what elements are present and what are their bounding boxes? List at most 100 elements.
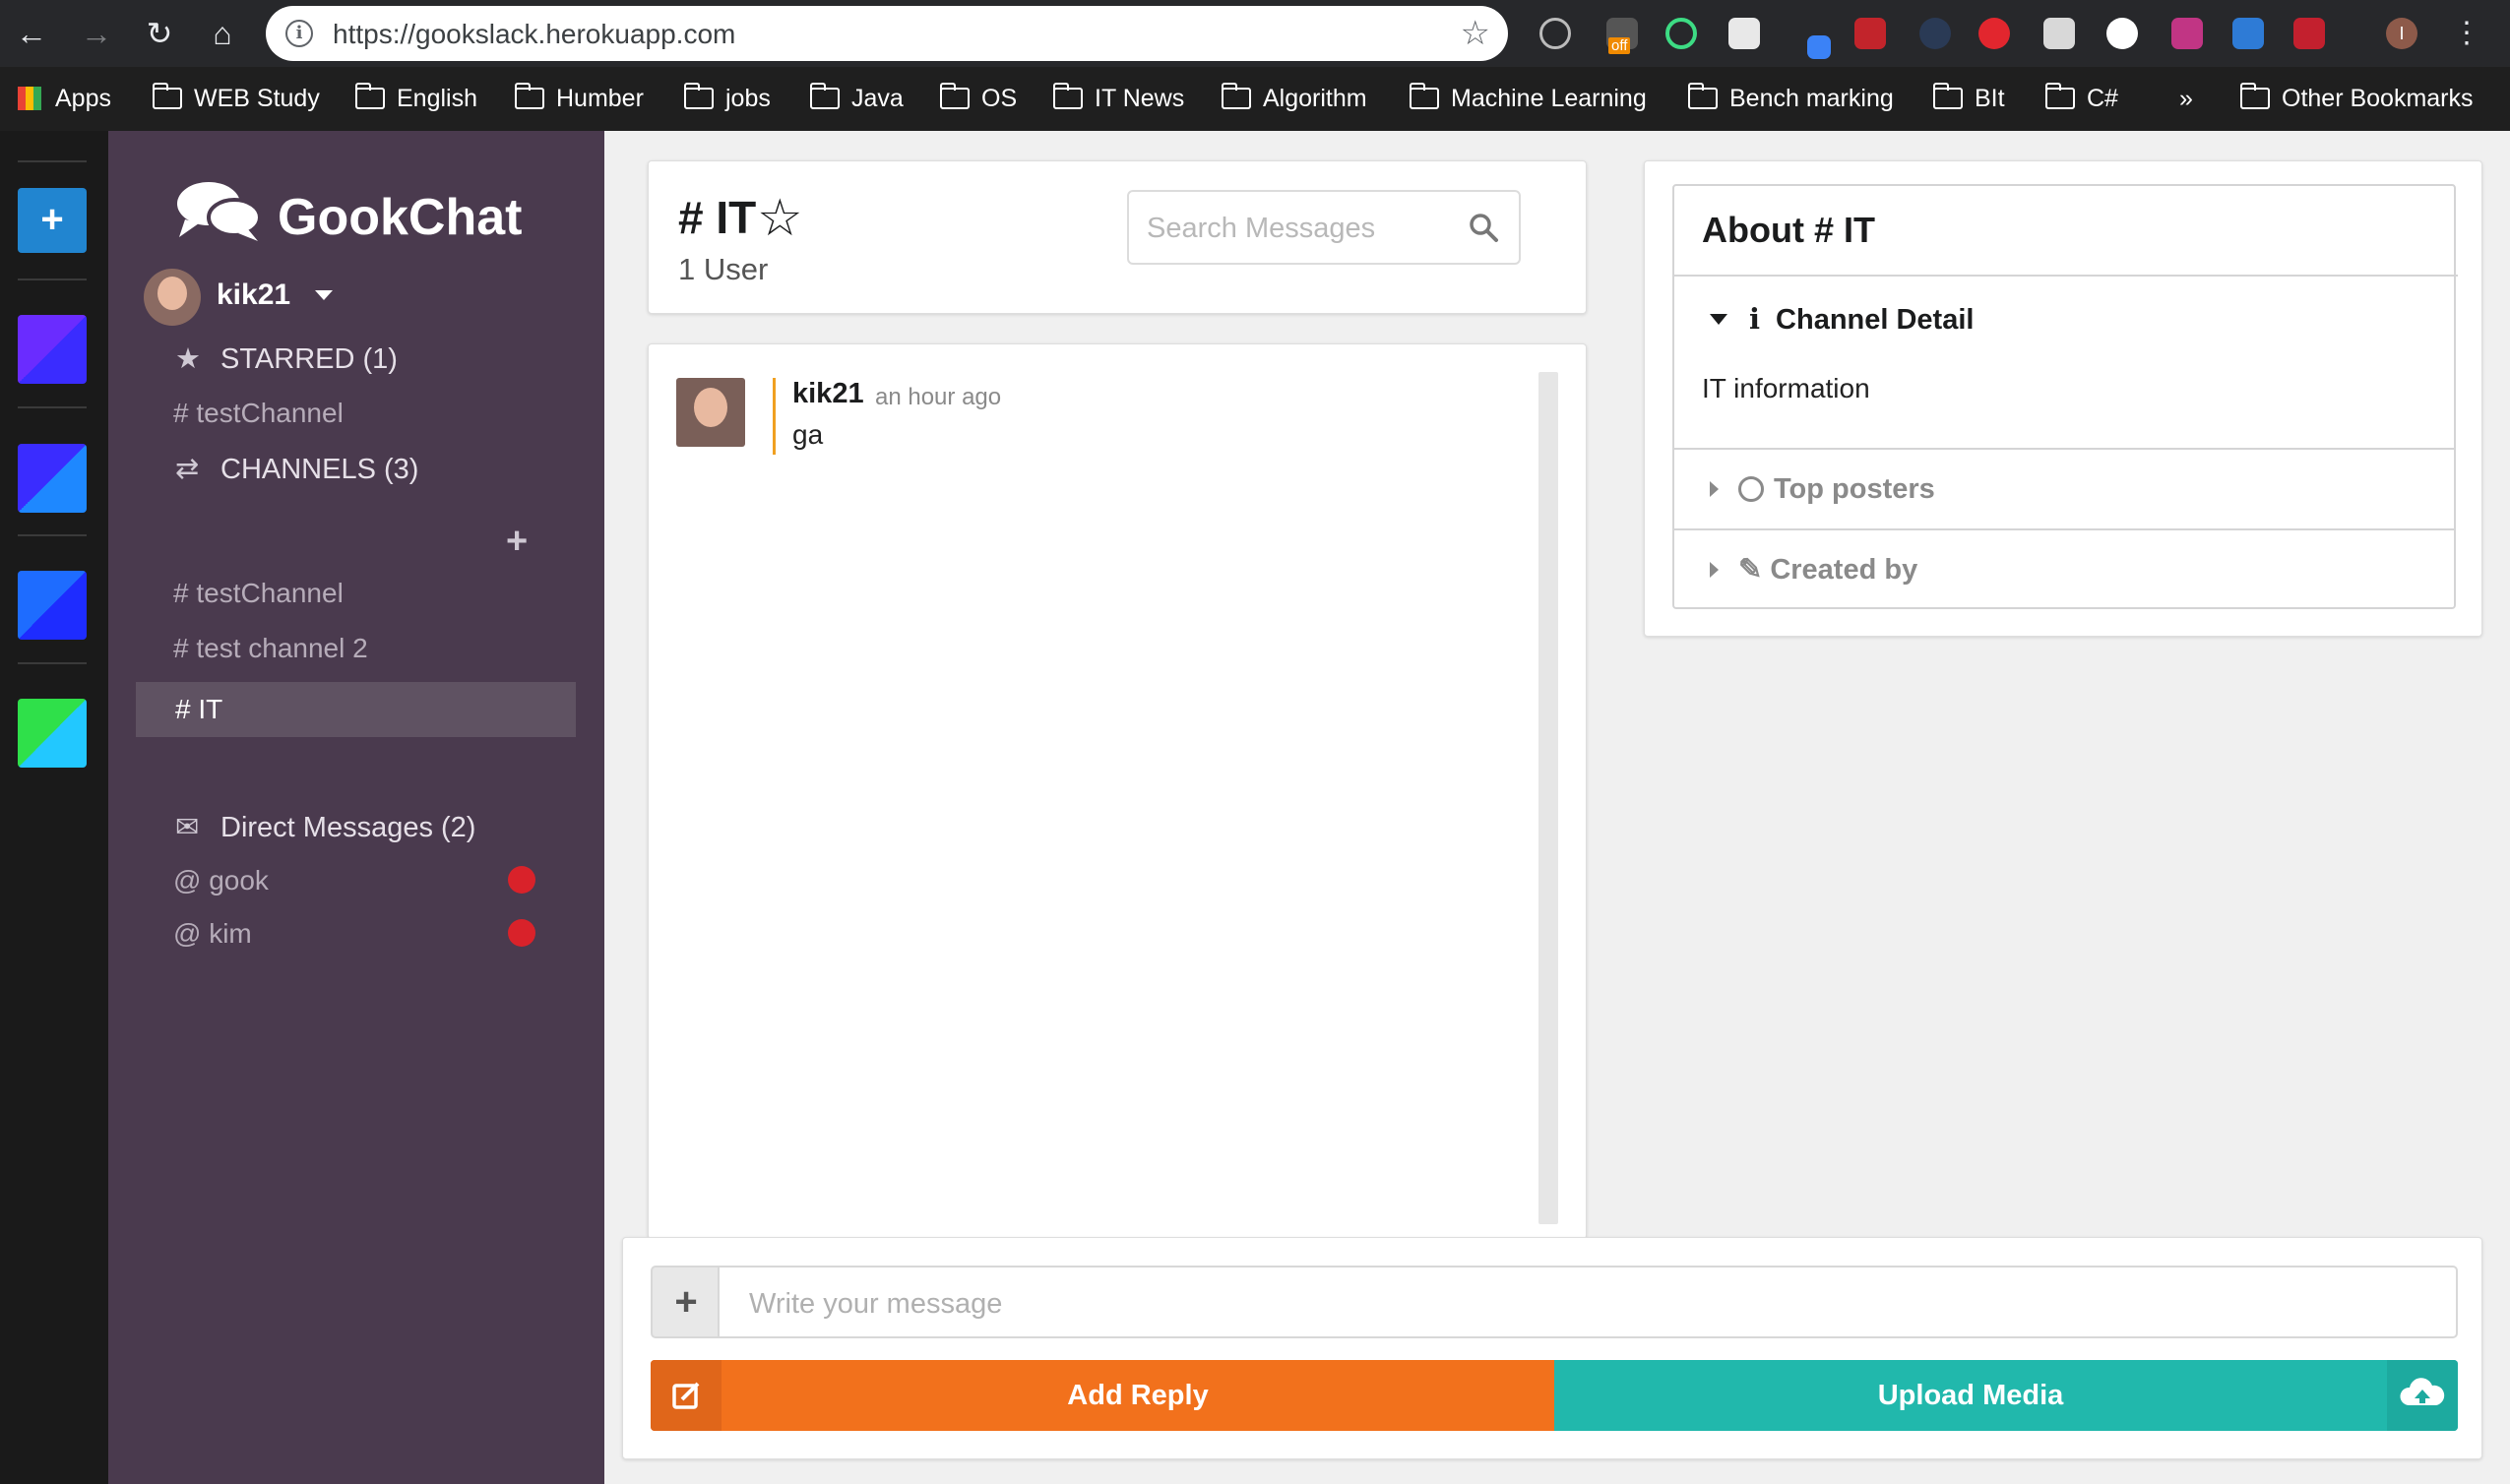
code-extension-icon[interactable] xyxy=(2106,18,2138,49)
bookmark-label: C# xyxy=(2087,85,2118,112)
message-accent-bar xyxy=(773,378,776,455)
theme-swatch[interactable] xyxy=(18,315,87,384)
red-extension-icon[interactable] xyxy=(2293,18,2325,49)
adblock-extension-icon[interactable] xyxy=(1978,18,2010,49)
apps-bookmark[interactable]: Apps xyxy=(18,81,111,116)
channels-header: ⇄ CHANNELS (3) xyxy=(175,452,418,486)
bookmark-folder[interactable]: Algorithm xyxy=(1222,81,1367,116)
grid-extension-icon[interactable] xyxy=(2043,18,2075,49)
bookmark-folder[interactable]: OS xyxy=(940,81,1017,116)
message-input[interactable] xyxy=(747,1285,2420,1323)
sidebar-item-channel[interactable]: # testChannel xyxy=(173,578,344,609)
bug-extension-icon[interactable] xyxy=(1854,18,1886,49)
folder-icon xyxy=(810,83,840,109)
created-by-toggle[interactable]: ✎ Created by xyxy=(1710,552,1917,587)
bookmark-folder[interactable]: Bench marking xyxy=(1688,81,1894,116)
circle-extension-icon[interactable] xyxy=(1665,18,1697,49)
add-reply-label: Add Reply xyxy=(1067,1380,1209,1411)
bookmark-folder[interactable]: Java xyxy=(810,81,904,116)
avatar-face xyxy=(157,277,187,310)
bookmark-label: Apps xyxy=(55,85,111,112)
attach-plus-button[interactable]: + xyxy=(651,1266,720,1338)
bookmark-folder[interactable]: WEB Study xyxy=(153,81,320,116)
bookmark-folder[interactable]: English xyxy=(355,81,477,116)
top-posters-toggle[interactable]: Top posters xyxy=(1710,473,1935,506)
pen-extension-icon[interactable] xyxy=(1807,35,1831,59)
star-icon: ★ xyxy=(175,343,201,375)
bookmark-folder[interactable]: C# xyxy=(2045,81,2118,116)
channel-detail-toggle[interactable]: i Channel Detail xyxy=(1710,302,1974,337)
bookmark-folder[interactable]: Humber xyxy=(515,81,644,116)
rail-divider xyxy=(18,534,87,536)
other-bookmarks[interactable]: Other Bookmarks xyxy=(2240,81,2474,116)
caret-right-icon xyxy=(1710,562,1719,578)
bookmark-star-icon[interactable]: ☆ xyxy=(1461,14,1490,53)
add-channel-button[interactable]: + xyxy=(506,521,528,563)
message-timestamp: an hour ago xyxy=(875,384,1002,410)
theme-swatch[interactable] xyxy=(18,571,87,640)
s-extension-icon[interactable] xyxy=(1728,18,1760,49)
stack-extension-icon[interactable] xyxy=(2232,18,2264,49)
channel-detail-section: i Channel Detail IT information xyxy=(1674,277,2454,450)
forward-icon[interactable]: → xyxy=(77,14,116,53)
folder-icon xyxy=(515,83,544,109)
bookmarks-overflow[interactable]: » xyxy=(2179,81,2193,116)
reload-icon[interactable]: ↻ xyxy=(140,14,179,53)
theme-swatch[interactable] xyxy=(18,444,87,513)
bookmark-label: WEB Study xyxy=(194,85,320,112)
user-name[interactable]: kik21 xyxy=(217,278,290,312)
starred-header: ★ STARRED (1) xyxy=(175,341,398,376)
upload-media-label: Upload Media xyxy=(1877,1380,2064,1411)
instagram-extension-icon[interactable] xyxy=(2171,18,2203,49)
sidebar-item-dm[interactable]: @ gook xyxy=(173,865,269,897)
about-accordion: About # IT i Channel Detail IT informatio… xyxy=(1672,184,2458,609)
status-offline-dot xyxy=(508,919,535,947)
exchange-icon: ⇄ xyxy=(175,454,200,485)
bookmark-folder[interactable]: IT News xyxy=(1053,81,1184,116)
star-outline-icon[interactable]: ☆ xyxy=(757,189,803,248)
edit-icon-svg xyxy=(672,1382,700,1409)
rail-divider xyxy=(18,278,87,280)
profile-avatar[interactable]: I xyxy=(2386,18,2417,49)
home-icon[interactable]: ⌂ xyxy=(203,14,242,53)
avatar[interactable] xyxy=(144,269,201,326)
folder-icon xyxy=(2045,83,2075,109)
upload-media-button[interactable]: Upload Media xyxy=(1554,1360,2458,1431)
search-box[interactable] xyxy=(1127,190,1521,265)
url-text: https://gookslack.herokuapp.com xyxy=(333,19,736,49)
search-icon[interactable] xyxy=(1468,212,1499,243)
message-composer: + Add Reply Upload Media xyxy=(622,1237,2482,1459)
sidebar-item-channel[interactable]: # test channel 2 xyxy=(173,633,368,664)
active-channel-label: # IT xyxy=(175,694,223,724)
created-by-label: Created by xyxy=(1770,554,1918,586)
pencil-icon: ✎ xyxy=(1738,554,1763,586)
globe-extension-icon[interactable] xyxy=(1539,18,1571,49)
folder-icon xyxy=(2240,83,2270,109)
offline-extension-icon[interactable]: off xyxy=(1606,18,1638,54)
folder-icon xyxy=(1053,83,1083,109)
add-workspace-button[interactable]: + xyxy=(18,188,87,253)
sidebar-item-starred[interactable]: # testChannel xyxy=(173,398,344,429)
site-info-icon[interactable]: i xyxy=(285,20,313,47)
message-author[interactable]: kik21 xyxy=(792,378,864,410)
sidebar-item-active-channel[interactable]: # IT xyxy=(136,682,576,737)
add-reply-button[interactable]: Add Reply xyxy=(651,1360,1554,1431)
search-input[interactable] xyxy=(1145,208,1440,249)
back-icon[interactable]: ← xyxy=(12,14,51,53)
theme-swatch[interactable] xyxy=(18,699,87,768)
bookmark-folder[interactable]: BIt xyxy=(1933,81,2005,116)
bookmark-label: Humber xyxy=(556,85,644,112)
address-bar[interactable]: i https://gookslack.herokuapp.com ☆ xyxy=(266,6,1508,61)
bookmark-folder[interactable]: jobs xyxy=(684,81,771,116)
dark-extension-icon[interactable] xyxy=(1919,18,1951,49)
sidebar: GookChat kik21 ★ STARRED (1) # testChanne… xyxy=(108,131,604,1484)
avatar[interactable] xyxy=(676,378,745,447)
sidebar-item-dm[interactable]: @ kim xyxy=(173,918,252,950)
menu-icon[interactable]: ⋮ xyxy=(2447,14,2486,53)
chat-bubbles-icon xyxy=(177,182,262,241)
chevron-down-icon[interactable] xyxy=(315,290,333,300)
apps-grid-icon xyxy=(18,87,41,110)
scrollbar[interactable] xyxy=(1538,372,1558,1224)
message-field[interactable] xyxy=(718,1266,2458,1338)
bookmark-folder[interactable]: Machine Learning xyxy=(1410,81,1647,116)
